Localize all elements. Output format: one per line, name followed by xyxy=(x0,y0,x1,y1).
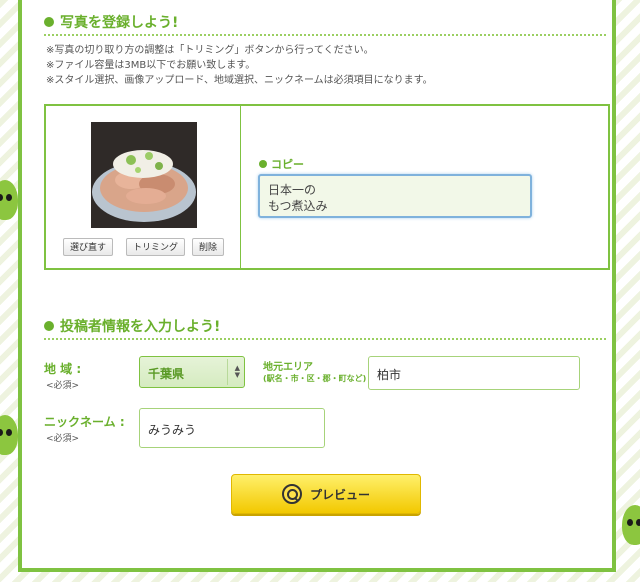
select-updown-icon: ▲ ▼ xyxy=(234,364,240,379)
mascot-character-left-top xyxy=(0,180,18,220)
copy-label: コピー xyxy=(259,156,304,172)
poster-section-title-text: 投稿者情報を入力しよう! xyxy=(60,319,221,335)
prefecture-value: 千葉県 xyxy=(148,367,185,381)
area-label: 地元エリア (駅名・市・区・郡・町など) xyxy=(263,362,366,384)
area-label-text: 地元エリア xyxy=(263,362,313,373)
note-line: ※スタイル選択、画像アップロード、地域選択、ニックネームは必須項目になります。 xyxy=(46,75,433,86)
section-divider xyxy=(44,34,606,36)
photo-preview-area: 選び直す トリミング 削除 xyxy=(46,106,241,268)
prefecture-select[interactable]: 千葉県 ▲ ▼ xyxy=(139,356,245,388)
uploaded-food-photo xyxy=(91,122,197,228)
photo-notes: ※写真の切り取り方の調整は「トリミング」ボタンから行ってください。 ※ファイル容… xyxy=(46,43,433,88)
poster-section-title: 投稿者情報を入力しよう! xyxy=(44,316,220,336)
mascot-character-left-bottom xyxy=(0,415,18,455)
area-input[interactable]: 柏市 xyxy=(368,356,580,390)
note-line: ※写真の切り取り方の調整は「トリミング」ボタンから行ってください。 xyxy=(46,45,374,56)
area-label-sub: (駅名・市・区・郡・町など) xyxy=(263,374,367,383)
preview-button[interactable]: プレビュー xyxy=(231,474,421,514)
registration-form-panel: 写真を登録しよう! ※写真の切り取り方の調整は「トリミング」ボタンから行ってくだ… xyxy=(18,0,616,572)
trim-button[interactable]: トリミング xyxy=(126,238,186,256)
photo-section-title-text: 写真を登録しよう! xyxy=(60,15,179,31)
copy-textarea[interactable]: 日本一の もつ煮込み xyxy=(258,174,532,218)
photo-section-title: 写真を登録しよう! xyxy=(44,12,178,32)
nickname-label: ニックネーム : xyxy=(44,415,125,429)
section-divider xyxy=(44,338,606,340)
nickname-required-note: <必須> xyxy=(46,434,80,444)
bullet-dot-icon xyxy=(259,160,267,168)
copy-label-text: コピー xyxy=(271,158,304,171)
mascot-character-right xyxy=(622,505,640,545)
nickname-input[interactable]: みうみう xyxy=(139,408,325,448)
bullet-dot-icon xyxy=(44,17,54,27)
bullet-dot-icon xyxy=(44,321,54,331)
preview-button-label: プレビュー xyxy=(309,487,370,502)
reselect-button[interactable]: 選び直す xyxy=(63,238,114,256)
region-required-note: <必須> xyxy=(46,381,80,391)
photo-upload-box: 選び直す トリミング 削除 コピー 日本一の もつ煮込み xyxy=(44,104,610,270)
search-icon xyxy=(281,484,302,504)
note-line: ※ファイル容量は3MB以下でお願い致します。 xyxy=(46,60,256,71)
region-label: 地 域 : xyxy=(44,362,82,376)
select-divider xyxy=(227,359,228,385)
delete-button[interactable]: 削除 xyxy=(192,238,225,256)
